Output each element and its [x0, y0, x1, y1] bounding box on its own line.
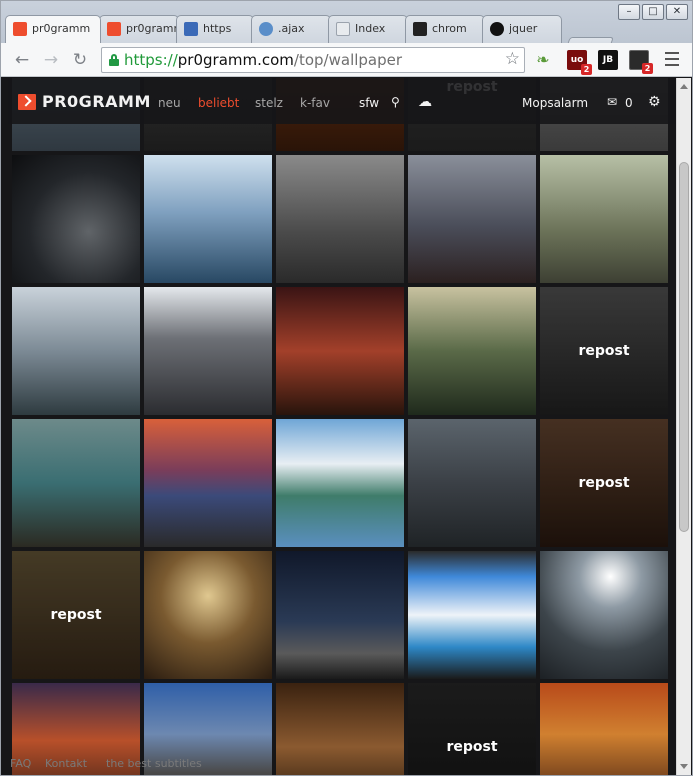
- wallpaper-tile[interactable]: [12, 419, 140, 547]
- wallpaper-tile[interactable]: [408, 287, 536, 415]
- bookmark-star-icon[interactable]: ☆: [505, 49, 520, 69]
- repost-label: repost: [12, 551, 140, 679]
- menu-icon[interactable]: [665, 52, 679, 68]
- scroll-up-arrow-icon[interactable]: [680, 84, 688, 89]
- repost-label: repost: [540, 419, 668, 547]
- settings-gear-icon[interactable]: ⚙: [648, 95, 661, 109]
- jb-icon[interactable]: JB: [598, 50, 618, 70]
- wallpaper-tile[interactable]: repost: [540, 287, 668, 415]
- maximize-button[interactable]: □: [642, 4, 664, 20]
- lock-icon: [109, 54, 119, 66]
- wallpaper-tile[interactable]: repost: [408, 683, 536, 775]
- scrollbar-thumb[interactable]: [679, 162, 689, 532]
- inbox-count[interactable]: 0: [625, 96, 633, 110]
- ublock-icon[interactable]: uo 2: [567, 50, 592, 75]
- footer-subtitles-link[interactable]: the best subtitles: [106, 757, 202, 771]
- reload-icon[interactable]: ↻: [69, 49, 91, 71]
- pr0gramm-favicon-icon: [13, 22, 27, 36]
- browser-window: – □ ✕ pr0gramm pr0gramm https .ajax In: [0, 0, 693, 776]
- nav-stelz[interactable]: stelz: [255, 96, 283, 110]
- username-link[interactable]: Mopsalarm: [522, 96, 588, 110]
- tab-chrome[interactable]: chrom: [405, 15, 485, 43]
- ext-icon[interactable]: 2: [629, 50, 653, 74]
- wallpaper-tile[interactable]: [276, 155, 404, 283]
- repost-label: repost: [408, 683, 536, 775]
- footer-faq-link[interactable]: FAQ: [10, 757, 31, 771]
- wallpaper-tile[interactable]: [540, 551, 668, 679]
- ext-badge: 2: [642, 63, 653, 74]
- shield-favicon-icon: [184, 22, 198, 36]
- pr0gramm-logo-icon[interactable]: [18, 94, 36, 110]
- monitor-favicon-icon: [413, 22, 427, 36]
- leaf-icon[interactable]: ❧: [533, 50, 553, 70]
- document-favicon-icon: [336, 22, 350, 36]
- tab-label: pr0gramm: [126, 22, 178, 35]
- wallpaper-tile[interactable]: [276, 287, 404, 415]
- github-favicon-icon: [490, 22, 504, 36]
- mail-icon[interactable]: ✉: [607, 95, 617, 109]
- url-text: https://pr0gramm.com/top/wallpaper: [124, 51, 403, 69]
- tab-label: pr0gramm: [32, 22, 91, 35]
- tab-label: chrom: [432, 22, 467, 35]
- close-window-button[interactable]: ✕: [666, 4, 688, 20]
- footer-kontakt-link[interactable]: Kontakt: [45, 757, 87, 771]
- page-footer: FAQ Kontakt the best subtitles: [8, 757, 408, 775]
- wallpaper-tile[interactable]: [144, 155, 272, 283]
- tab-ajax[interactable]: .ajax: [251, 15, 331, 43]
- tab-label: jquer: [509, 22, 538, 35]
- tab-index[interactable]: Index: [328, 15, 408, 43]
- sfw-filter[interactable]: sfw: [359, 96, 379, 110]
- wallpaper-tile[interactable]: [144, 551, 272, 679]
- tab-https[interactable]: https: [176, 15, 254, 43]
- wallpaper-tile[interactable]: [144, 287, 272, 415]
- nav-k-fav[interactable]: k-fav: [300, 96, 330, 110]
- wallpaper-tile[interactable]: [144, 419, 272, 547]
- search-icon[interactable]: ⚲: [391, 95, 400, 109]
- wallpaper-tile[interactable]: [408, 419, 536, 547]
- upload-icon[interactable]: ☁: [418, 95, 432, 109]
- wallpaper-tile[interactable]: repost: [12, 551, 140, 679]
- tab-pr0gramm[interactable]: pr0gramm: [99, 15, 179, 43]
- wallpaper-tile[interactable]: [408, 155, 536, 283]
- globe-favicon-icon: [259, 22, 273, 36]
- browser-toolbar: ← → ↻ https://pr0gramm.com/top/wallpaper…: [1, 43, 692, 77]
- tab-jquery[interactable]: jquer: [482, 15, 562, 43]
- tab-label: https: [203, 22, 232, 35]
- nav-neu[interactable]: neu: [158, 96, 181, 110]
- vertical-scrollbar[interactable]: [676, 78, 691, 775]
- page-viewport: repostrepostrepostrepostrepost PR0GRAMM …: [8, 78, 676, 775]
- nav-beliebt[interactable]: beliebt: [198, 96, 239, 110]
- forward-arrow-icon[interactable]: →: [40, 49, 62, 71]
- wallpaper-tile[interactable]: [12, 155, 140, 283]
- pr0gramm-favicon-icon: [107, 22, 121, 36]
- wallpaper-tile[interactable]: [540, 683, 668, 775]
- wallpaper-tile[interactable]: [276, 419, 404, 547]
- wallpaper-tile[interactable]: [540, 155, 668, 283]
- wallpaper-tile[interactable]: repost: [540, 419, 668, 547]
- wallpaper-tile[interactable]: [12, 287, 140, 415]
- tab-pr0gramm-active[interactable]: pr0gramm: [5, 15, 101, 43]
- title-bar: – □ ✕ pr0gramm pr0gramm https .ajax In: [1, 1, 692, 53]
- minimize-button[interactable]: –: [618, 4, 640, 20]
- repost-label: repost: [540, 287, 668, 415]
- back-arrow-icon[interactable]: ←: [11, 49, 33, 71]
- site-logo[interactable]: PR0GRAMM: [42, 93, 151, 111]
- wallpaper-tile[interactable]: [408, 551, 536, 679]
- tab-label: Index: [355, 22, 386, 35]
- scroll-down-arrow-icon[interactable]: [680, 764, 688, 769]
- ublock-badge: 2: [581, 64, 592, 75]
- wallpaper-grid: repostrepostrepostrepostrepost: [8, 78, 676, 775]
- wallpaper-tile[interactable]: [276, 551, 404, 679]
- address-bar[interactable]: https://pr0gramm.com/top/wallpaper ☆: [101, 47, 525, 73]
- tab-label: .ajax: [278, 22, 305, 35]
- site-header: PR0GRAMM neu beliebt stelz k-fav sfw ⚲ ☁…: [8, 78, 676, 124]
